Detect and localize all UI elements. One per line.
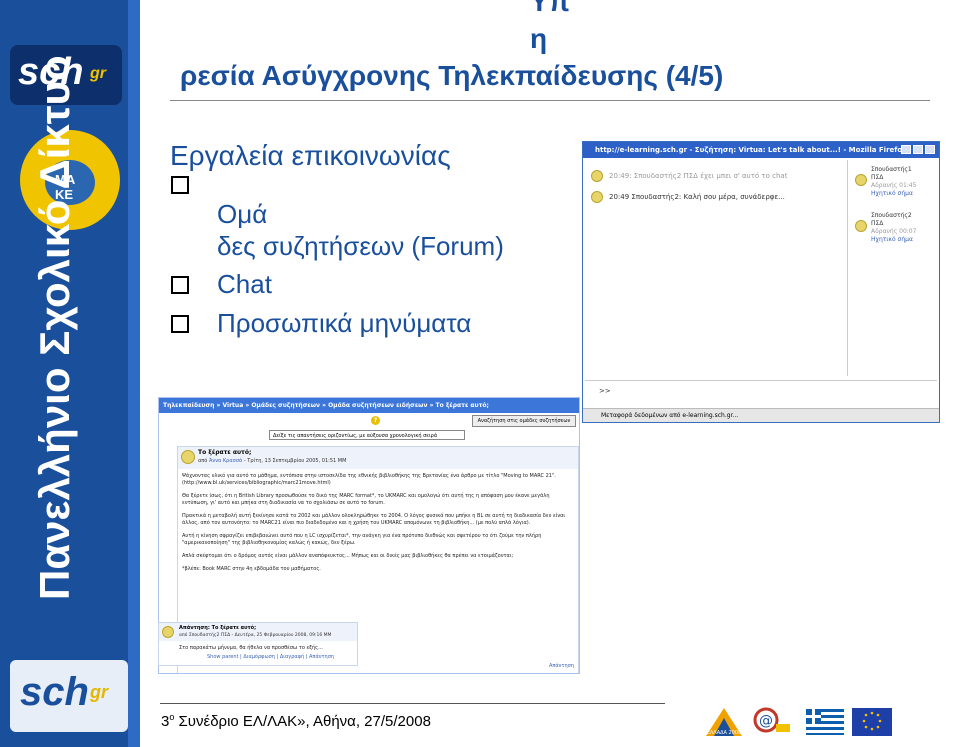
post-paragraph: Ψάχνοντας υλικό για αυτό το μάθημα, εντό… — [182, 473, 556, 486]
footer-text: 3ο Συνέδριο ΕΛ/ΛΑΚ», Αθήνα, 27/5/2008 — [161, 712, 431, 730]
chat-user-idle: Αδρανής 01:45 — [871, 182, 917, 189]
eu-flag-icon — [852, 708, 892, 736]
chat-user-name: Σπουδαστής2 — [871, 212, 912, 219]
reply-link[interactable]: Απάντηση — [549, 663, 574, 669]
sch-logo-bottom-text: sch — [20, 670, 89, 714]
reply-post-header: Απάντηση: Το ξέρατε αυτό; από Σπουδαστής… — [159, 623, 357, 641]
chat-user-sub: ΠΣΔ — [871, 174, 884, 181]
title-line-3: ρεσία Ασύγχρονης Τηλεκπαίδευσης (4/5) — [180, 60, 724, 91]
at-logo-label: @ — [759, 713, 773, 729]
chat-browser-window: http://e-learning.sch.gr - Συζήτηση: Vir… — [582, 141, 940, 423]
sch-logo-bottom: sch gr — [10, 660, 128, 732]
chat-user-sub: ΠΣΔ — [871, 220, 884, 227]
reply-post-body: Στο παρακάτω μήνυμα, θα ήθελα να προσθέσ… — [179, 645, 323, 651]
chat-message: 20:49: Σπουδαστής2 ΠΣΔ έχει μπει σ' αυτό… — [609, 172, 788, 180]
browser-status-bar: Μεταφορά δεδομένων από e-learning.sch.gr… — [583, 408, 939, 422]
author-avatar-icon — [181, 450, 195, 464]
help-icon[interactable]: ? — [371, 416, 380, 425]
post-paragraph: Πρακτικά η μεταβολή αυτή ξεκίνησε κατά τ… — [182, 513, 566, 526]
forum-search-button[interactable]: Αναζήτηση στις ομάδες συζητήσεων — [472, 415, 576, 427]
sch-logo-bottom-suffix: gr — [90, 682, 108, 702]
beep-link[interactable]: Ηχητικό σήμα — [871, 190, 916, 198]
reply-post-links[interactable]: Show parent | Διαμόρφωση | Διαγραφή | Απ… — [207, 654, 334, 660]
post-paragraph: Θα ξέρετε ίσως, ότι η British Library πρ… — [182, 493, 550, 506]
maximize-icon[interactable] — [913, 145, 923, 154]
breadcrumb-current: Το ξέρατε αυτό; — [435, 402, 489, 409]
user-avatar-icon — [855, 220, 867, 232]
post-date: - Τρίτη, 13 Σεπτεμβρίου 2005, 01:51 ΜΜ — [243, 458, 347, 464]
footer-divider — [160, 703, 665, 704]
at-sign-logo-icon: @ — [753, 707, 790, 733]
chat-message: 20:49 Σπουδαστής2: Καλή σου μέρα, συνάδε… — [609, 193, 785, 201]
post-body: Ψάχνοντας υλικό για αυτό το μάθημα, εντό… — [178, 469, 578, 573]
smiley-icon — [591, 170, 603, 182]
breadcrumb-item[interactable]: Τηλεκπαίδευση — [163, 402, 214, 409]
bullet-1-line-1: Ομά — [217, 199, 268, 229]
forum-search-row: ? Αναζήτηση στις ομάδες συζητήσεων — [159, 415, 579, 427]
post-paragraph: *βλέπε: Book MARC στην 4η εβδομάδα του μ… — [182, 566, 321, 572]
minimize-icon[interactable] — [901, 145, 911, 154]
bullet-square-icon — [171, 276, 189, 294]
close-icon[interactable] — [925, 145, 935, 154]
bullet-1-line-2: δες συζητήσεων (Forum) — [217, 231, 504, 261]
chat-user-list: Σπουδαστής1 ΠΣΔ Αδρανής 01:45 Ηχητικό σή… — [849, 160, 937, 376]
chat-messages-area: 20:49: Σπουδαστής2 ΠΣΔ έχει μπει σ' αυτό… — [585, 160, 848, 376]
sidebar: sch gr MA KE Πανελλήνιο Σχολικό Δίκτυο s… — [0, 0, 140, 747]
chat-user-idle: Αδρανής 00:07 — [871, 228, 917, 235]
user-avatar-icon — [855, 174, 867, 186]
breadcrumb: Τηλεκπαίδευση » Virtua » Ομάδες συζητήσε… — [159, 398, 579, 413]
chat-input[interactable]: >> — [585, 380, 937, 404]
post-title: Το ξέρατε αυτό; — [198, 449, 252, 456]
post-header: Το ξέρατε αυτό; από Άννα Κρασσά - Τρίτη,… — [178, 447, 578, 469]
section-heading: Εργαλεία επικοινωνίας — [170, 140, 451, 171]
chat-window-title: http://e-learning.sch.gr - Συζήτηση: Vir… — [595, 146, 907, 154]
display-mode-select[interactable]: Δείξε τις απαντήσεις οριζοντίως, με αύξο… — [269, 430, 465, 440]
beep-link[interactable]: Ηχητικό σήμα — [871, 236, 916, 244]
title-line-2: η — [530, 23, 548, 54]
chat-window-titlebar: http://e-learning.sch.gr - Συζήτηση: Vir… — [583, 142, 939, 158]
reply-post-title: Απάντηση: Το ξέρατε αυτό; — [179, 625, 257, 631]
post-paragraph: Απλά σκέφτομαι ότι ο δρόμος αυτός είναι … — [182, 553, 514, 559]
breadcrumb-item[interactable]: Ομάδες συζητήσεων — [251, 402, 320, 409]
post-meta: από Άννα Κρασσά - Τρίτη, 13 Σεπτεμβρίου … — [198, 458, 346, 464]
bullet-square-icon — [171, 315, 189, 333]
chat-user: Σπουδαστής1 ΠΣΔ Αδρανής 01:45 Ηχητικό σή… — [871, 166, 916, 198]
reply-post-meta: από Σπουδαστής2 ΠΣΔ - Δευτέρα, 25 Φεβρου… — [179, 633, 332, 638]
chat-user-name: Σπουδαστής1 — [871, 166, 912, 173]
slide-title: Υπ η ρεσία Ασύγχρονης Τηλεκπαίδευσης (4/… — [170, 0, 930, 100]
breadcrumb-item[interactable]: Ομάδα συζητήσεων ειδήσεων — [328, 402, 427, 409]
post-author-link[interactable]: Άννα Κρασσά — [209, 458, 242, 464]
greece-2008-logo-icon: ΕΛΛΑΔΑ 2008 — [706, 708, 742, 736]
bullet-3-text: Προσωπικά μηνύματα — [217, 308, 472, 338]
greek-flag-icon — [806, 709, 844, 735]
post-meta-prefix: από — [198, 458, 208, 464]
footer-conference: Συνέδριο ΕΛ/ΛΑΚ», Αθήνα, 27/5/2008 — [174, 713, 431, 730]
smiley-icon — [591, 191, 603, 203]
title-line-1: Υπ — [530, 0, 571, 17]
title-divider — [170, 100, 930, 101]
sch-logo-suffix: gr — [90, 65, 106, 82]
chat-user: Σπουδαστής2 ΠΣΔ Αδρανής 00:07 Ηχητικό σή… — [871, 212, 916, 244]
post-paragraph: Αυτή η κίνηση σφραγίζει επιβεβαιώνει αυτ… — [182, 533, 542, 546]
author-avatar-icon — [162, 626, 174, 638]
forum-reply-post: Απάντηση: Το ξέρατε αυτό; από Σπουδαστής… — [158, 622, 358, 666]
greece-2008-label: ΕΛΛΑΔΑ 2008 — [707, 730, 742, 736]
sidebar-stripe — [128, 0, 140, 747]
bullet-2-text: Chat — [217, 269, 272, 299]
bullet-square-icon — [171, 176, 189, 194]
breadcrumb-item[interactable]: Virtua — [223, 402, 244, 409]
sidebar-vertical-text: Πανελλήνιο Σχολικό Δίκτυο — [31, 55, 78, 600]
